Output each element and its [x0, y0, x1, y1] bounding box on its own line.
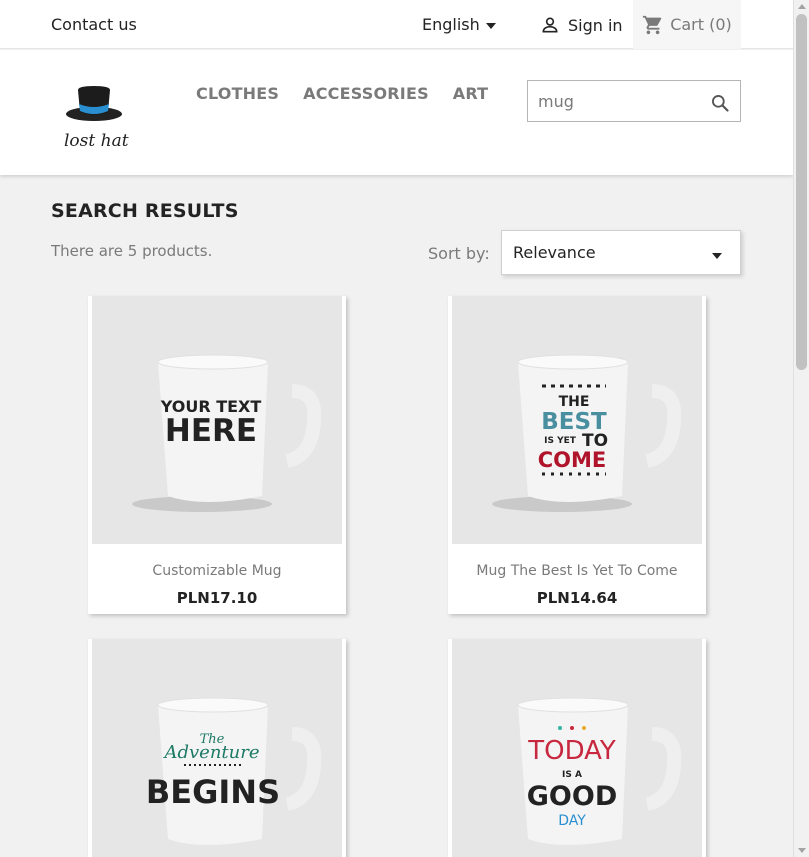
mug-print-line: HERE — [165, 413, 257, 449]
menu-item-accessories[interactable]: ACCESSORIES — [303, 84, 429, 103]
mug-print-line: DAY — [558, 813, 586, 829]
page-scrollbar[interactable] — [793, 0, 809, 857]
product-image[interactable]: YOUR TEXT HERE — [92, 296, 342, 544]
product-card[interactable]: YOUR TEXT HERE Customizable Mug PLN17.10 — [88, 296, 346, 614]
cart-button[interactable]: Cart (0) — [633, 0, 741, 49]
product-image[interactable]: TODAY IS A GOOD DAY — [452, 639, 702, 857]
product-price: PLN14.64 — [536, 589, 618, 607]
menu-item-art[interactable]: ART — [453, 84, 489, 103]
search-box — [527, 80, 741, 122]
logo-text: lost hat — [64, 131, 129, 151]
search-input[interactable] — [528, 81, 698, 121]
sort-label: Sort by: — [428, 244, 490, 263]
mug-print-line: GOOD — [527, 781, 617, 812]
menu-item-clothes[interactable]: CLOTHES — [196, 84, 279, 103]
mug-print-line: BEGINS — [146, 773, 280, 811]
top-hat-icon: lost hat — [64, 86, 129, 151]
language-label: English — [422, 15, 480, 34]
product-card[interactable]: THE BEST IS YET TO COME Mug The Best Is … — [448, 296, 706, 614]
search-icon[interactable] — [710, 93, 730, 113]
sign-in-link[interactable]: Sign in — [540, 15, 623, 35]
mug-print-line: COME — [538, 448, 607, 472]
language-selector[interactable]: English — [422, 15, 496, 34]
lost-hat-logo[interactable]: lost hat — [62, 82, 132, 152]
mug-print-line: THE — [559, 394, 590, 410]
mug-print-line: IS YET — [544, 436, 577, 446]
top-nav-bar: Contact us English Sign in Cart (0) — [0, 0, 793, 49]
product-card[interactable]: TODAY IS A GOOD DAY — [448, 639, 706, 857]
site-header: lost hat CLOTHES ACCESSORIES ART — [0, 50, 793, 175]
contact-us-link[interactable]: Contact us — [51, 15, 137, 34]
results-count: There are 5 products. — [51, 242, 213, 260]
user-icon — [542, 17, 558, 33]
caret-down-icon — [485, 22, 496, 29]
scrollbar-thumb[interactable] — [796, 14, 807, 370]
product-image[interactable]: THE BEST IS YET TO COME — [452, 296, 702, 544]
product-image[interactable]: The Adventure BEGINS — [92, 639, 342, 857]
page-title: SEARCH RESULTS — [51, 200, 239, 222]
product-name[interactable]: Customizable Mug — [88, 563, 346, 579]
shopping-cart-icon — [643, 15, 662, 34]
product-card[interactable]: The Adventure BEGINS — [88, 639, 346, 857]
product-name[interactable]: Mug The Best Is Yet To Come — [448, 563, 706, 579]
sign-in-label: Sign in — [568, 15, 623, 35]
sort-selected-value: Relevance — [513, 243, 596, 262]
main-menu: CLOTHES ACCESSORIES ART — [196, 84, 488, 103]
cart-label: Cart (0) — [670, 15, 732, 34]
mug-print-line: IS A — [562, 770, 582, 780]
chevron-down-icon — [712, 253, 722, 259]
mug-print-line: Adventure — [162, 742, 259, 763]
sort-dropdown[interactable]: Relevance — [501, 230, 741, 275]
scroll-up-arrow-icon[interactable] — [798, 4, 806, 9]
mug-print-line: TODAY — [527, 736, 616, 766]
scroll-down-arrow-icon[interactable] — [798, 848, 806, 853]
product-price: PLN17.10 — [176, 589, 258, 607]
